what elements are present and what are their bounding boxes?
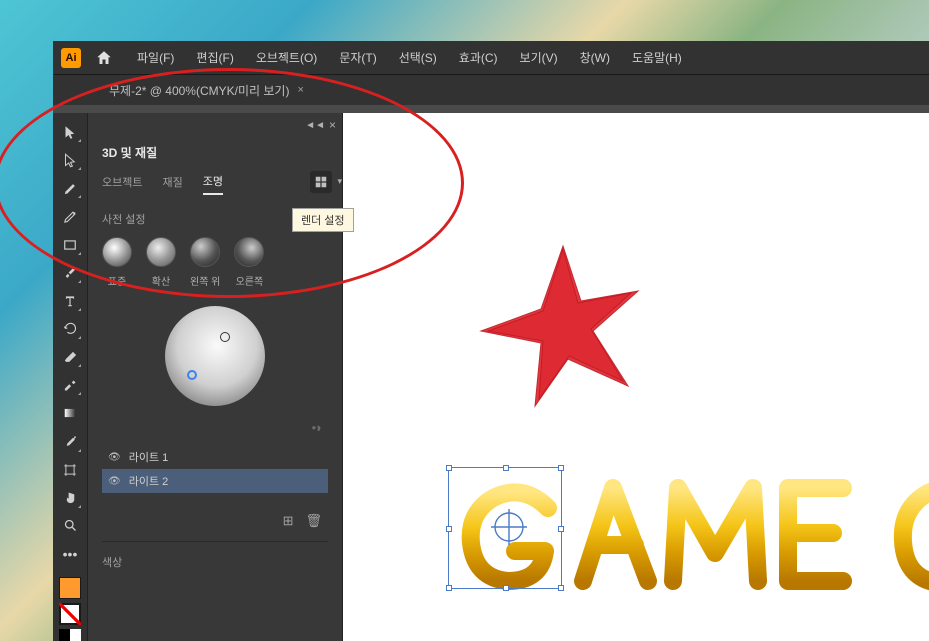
visibility-icon[interactable]: 👁 [108,452,121,463]
menu-type[interactable]: 문자(T) [329,45,386,70]
preset-label: 오른쪽 [236,273,264,288]
eyedropper-tool[interactable] [58,430,82,452]
titlebar: Ai 파일(F) 편집(F) 오브젝트(O) 문자(T) 선택(S) 효과(C)… [53,41,929,75]
paintbrush-tool[interactable] [58,262,82,284]
eraser-tool[interactable] [58,346,82,368]
light-item-2[interactable]: 👁 라이트 2 [102,469,328,493]
menu-view[interactable]: 보기(V) [510,45,568,70]
preset-sphere-icon [234,237,264,267]
menu-window[interactable]: 창(W) [570,45,620,70]
canvas[interactable] [343,113,929,641]
preset-top-left[interactable]: 왼쪽 위 [190,237,220,288]
artboard-tool[interactable] [58,459,82,481]
render-settings-tooltip: 렌더 설정 [292,208,354,232]
hand-tool[interactable] [58,487,82,509]
render-settings-button[interactable]: ▾ [310,171,332,193]
preset-standard[interactable]: 표준 [102,237,132,288]
rectangle-tool[interactable] [58,234,82,256]
light-item-1[interactable]: 👁 라이트 1 [102,445,328,469]
3d-material-panel: ◄◄ × 3D 및 재질 오브젝트 재질 조명 ▾ 사전 설정 [87,113,343,641]
selection-center-icon[interactable] [491,509,527,550]
app-logo: Ai [61,48,81,68]
document-tab[interactable]: 무제-2* @ 400%(CMYK/미리 보기) × [99,76,314,105]
document-tab-label: 무제-2* @ 400%(CMYK/미리 보기) [109,82,289,99]
selection-tool[interactable] [58,121,82,143]
intensity-icon[interactable]: •◗ [312,420,322,435]
fill-color-swatch[interactable] [59,577,81,599]
divider [102,541,328,542]
menu-effect[interactable]: 효과(C) [449,45,508,70]
tool-palette: ••• [53,113,87,641]
menu-object[interactable]: 오브젝트(O) [246,45,328,70]
color-section-label: 색상 [102,554,328,570]
preset-sphere-icon [146,237,176,267]
menubar: 파일(F) 편집(F) 오브젝트(O) 문자(T) 선택(S) 효과(C) 보기… [127,45,692,70]
menu-help[interactable]: 도움말(H) [622,45,692,70]
preset-label: 확산 [152,273,170,288]
visibility-icon[interactable]: 👁 [108,476,121,487]
preset-right[interactable]: 오른쪽 [234,237,264,288]
menu-file[interactable]: 파일(F) [127,45,184,70]
light-direction-sphere[interactable] [165,306,265,406]
tab-object[interactable]: 오브젝트 [102,174,142,194]
curvature-tool[interactable] [58,205,82,227]
type-tool[interactable] [58,290,82,312]
control-bar [53,105,929,113]
panel-title: 3D 및 재질 [102,144,157,161]
shape-builder-tool[interactable] [58,374,82,396]
document-tab-bar: 무제-2* @ 400%(CMYK/미리 보기) × [53,75,929,105]
rotate-tool[interactable] [58,318,82,340]
pen-tool[interactable] [58,177,82,199]
tab-material[interactable]: 재질 [162,174,182,194]
light-handle-2[interactable] [187,370,197,380]
preset-diffuse[interactable]: 확산 [146,237,176,288]
edit-toolbar[interactable]: ••• [58,543,82,565]
light-handle-1[interactable] [220,332,230,342]
delete-light-icon[interactable]: 🗑 [305,513,322,529]
menu-edit[interactable]: 편집(F) [186,45,243,70]
preset-sphere-icon [190,237,220,267]
stroke-color-swatch[interactable] [59,603,81,625]
red-star-artwork[interactable] [463,231,663,436]
add-light-icon[interactable]: ⊞ [283,513,294,529]
light-list: 👁 라이트 1 👁 라이트 2 [88,445,342,493]
home-icon[interactable] [95,49,113,67]
gradient-tool[interactable] [58,402,82,424]
light-name: 라이트 2 [129,473,169,489]
tab-lighting[interactable]: 조명 [203,173,223,195]
zoom-tool[interactable] [58,515,82,537]
direct-selection-tool[interactable] [58,149,82,171]
preset-sphere-icon [102,237,132,267]
close-tab-icon[interactable]: × [297,84,303,96]
light-name: 라이트 1 [129,449,169,465]
default-colors[interactable] [59,629,81,641]
panel-close-icon[interactable]: × [329,118,336,132]
preset-label: 왼쪽 위 [190,273,220,288]
panel-collapse-icon[interactable]: ◄◄ [305,120,325,131]
preset-label: 표준 [108,273,126,288]
menu-select[interactable]: 선택(S) [389,45,447,70]
